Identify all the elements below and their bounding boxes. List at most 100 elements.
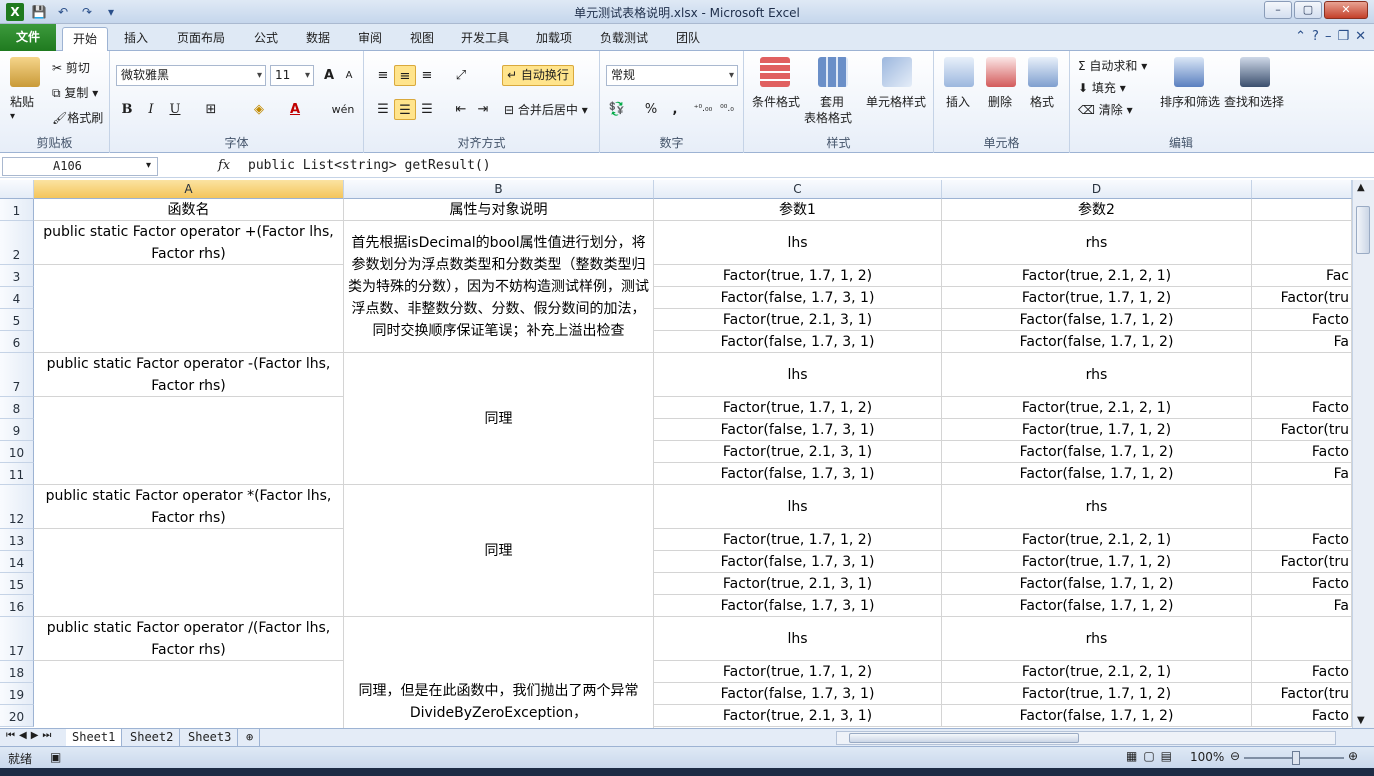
align-top-icon[interactable]: ≡ xyxy=(372,65,394,86)
row-header[interactable]: 9 xyxy=(0,419,34,441)
doc-minimize-icon[interactable]: – xyxy=(1325,29,1332,44)
font-name-select[interactable]: 微软雅黑 xyxy=(116,65,266,86)
cell-d13[interactable]: Factor(true, 2.1, 2, 1) xyxy=(942,529,1252,551)
cell-c17[interactable]: lhs xyxy=(654,617,942,661)
scroll-down-icon[interactable]: ▼ xyxy=(1357,715,1365,726)
font-size-select[interactable]: 11 xyxy=(270,65,314,86)
close-button[interactable]: ✕ xyxy=(1324,1,1368,19)
find-select-button[interactable]: 查找和选择 xyxy=(1224,93,1284,110)
cell-d17[interactable]: rhs xyxy=(942,617,1252,661)
decrease-decimal-button[interactable]: ⁰⁰.₀ xyxy=(716,99,738,120)
doc-close-icon[interactable]: ✕ xyxy=(1355,29,1366,44)
cell-b7-merged[interactable]: 同理 xyxy=(344,353,654,485)
zoom-level[interactable]: 100% xyxy=(1190,750,1224,764)
formula-input[interactable]: public List<string> getResult() xyxy=(248,158,491,173)
font-color-icon[interactable]: A xyxy=(284,99,306,120)
cell-c13[interactable]: Factor(true, 1.7, 1, 2) xyxy=(654,529,942,551)
row-header[interactable]: 16 xyxy=(0,595,34,617)
cell-a18-merged[interactable] xyxy=(34,661,344,728)
cell-b1[interactable]: 属性与对象说明 xyxy=(344,199,654,221)
accounting-icon[interactable]: 💱 xyxy=(606,99,628,120)
cell-e16[interactable]: Fa xyxy=(1252,595,1352,617)
cell-c15[interactable]: Factor(true, 2.1, 3, 1) xyxy=(654,573,942,595)
sheet-tab-2[interactable]: Sheet2 xyxy=(124,729,181,746)
tab-data[interactable]: 数据 xyxy=(298,27,338,51)
comma-button[interactable]: , xyxy=(664,99,686,120)
phonetic-button[interactable]: wén xyxy=(328,99,358,120)
underline-button[interactable]: U xyxy=(164,99,186,120)
cell-c8[interactable]: Factor(true, 1.7, 1, 2) xyxy=(654,397,942,419)
sort-filter-button[interactable]: 排序和筛选 xyxy=(1160,93,1220,110)
format-table-icon[interactable] xyxy=(818,57,848,87)
copy-button[interactable]: ⧉ 复制 ▾ xyxy=(52,84,98,101)
cell-d9[interactable]: Factor(true, 1.7, 1, 2) xyxy=(942,419,1252,441)
format-cells-icon[interactable] xyxy=(1028,57,1058,87)
increase-decimal-button[interactable]: ⁺⁰.₀₀ xyxy=(692,99,714,120)
row-header[interactable]: 15 xyxy=(0,573,34,595)
insert-function-icon[interactable]: fx xyxy=(218,158,230,173)
cell-c3[interactable]: Factor(true, 1.7, 1, 2) xyxy=(654,265,942,287)
sheet-tab-1[interactable]: Sheet1 xyxy=(66,729,123,746)
row-header[interactable]: 11 xyxy=(0,463,34,485)
tab-team[interactable]: 团队 xyxy=(668,27,708,51)
cell-c11[interactable]: Factor(false, 1.7, 3, 1) xyxy=(654,463,942,485)
sheet-nav-icon[interactable]: ⏮◀▶⏭ xyxy=(6,730,55,741)
tab-developer[interactable]: 开发工具 xyxy=(454,27,516,51)
autosum-button[interactable]: Σ 自动求和 ▾ xyxy=(1078,57,1147,74)
new-sheet-icon[interactable]: ⊕ xyxy=(240,729,261,746)
cell-e5[interactable]: Facto xyxy=(1252,309,1352,331)
macro-record-icon[interactable]: ▣ xyxy=(50,750,61,764)
percent-button[interactable]: % xyxy=(640,99,662,120)
cell-d5[interactable]: Factor(false, 1.7, 1, 2) xyxy=(942,309,1252,331)
cell-d15[interactable]: Factor(false, 1.7, 1, 2) xyxy=(942,573,1252,595)
cell-styles-button[interactable]: 单元格样式 xyxy=(866,93,926,110)
row-header[interactable]: 12 xyxy=(0,485,34,529)
cell-b2-merged[interactable]: 首先根据isDecimal的bool属性值进行划分，将参数划分为浮点数类型和分数… xyxy=(344,221,654,353)
row-header[interactable]: 14 xyxy=(0,551,34,573)
horizontal-scrollbar[interactable] xyxy=(836,731,1336,745)
cell-c19[interactable]: Factor(false, 1.7, 3, 1) xyxy=(654,683,942,705)
cell-e1[interactable] xyxy=(1252,199,1352,221)
format-table-button[interactable]: 套用 xyxy=(820,93,844,110)
cell-a17[interactable]: public static Factor operator /(Factor l… xyxy=(34,617,344,661)
sheet-tab-3[interactable]: Sheet3 xyxy=(182,729,239,746)
cell-d3[interactable]: Factor(true, 2.1, 2, 1) xyxy=(942,265,1252,287)
cell-d7[interactable]: rhs xyxy=(942,353,1252,397)
paste-button[interactable]: 粘贴 xyxy=(10,93,34,110)
cell-e12[interactable] xyxy=(1252,485,1352,529)
bold-button[interactable]: B xyxy=(116,99,138,120)
cell-c9[interactable]: Factor(false, 1.7, 3, 1) xyxy=(654,419,942,441)
border-icon[interactable]: ⊞ xyxy=(200,99,222,120)
italic-button[interactable]: I xyxy=(140,99,162,120)
clear-button[interactable]: ⌫ 清除 ▾ xyxy=(1078,101,1133,118)
format-painter-button[interactable]: 🖌格式刷 xyxy=(52,109,103,126)
cell-a12[interactable]: public static Factor operator *(Factor l… xyxy=(34,485,344,529)
row-header[interactable]: 8 xyxy=(0,397,34,419)
cell-e2[interactable] xyxy=(1252,221,1352,265)
cell-d8[interactable]: Factor(true, 2.1, 2, 1) xyxy=(942,397,1252,419)
cell-e20[interactable]: Facto xyxy=(1252,705,1352,727)
cell-d4[interactable]: Factor(true, 1.7, 1, 2) xyxy=(942,287,1252,309)
cell-c16[interactable]: Factor(false, 1.7, 3, 1) xyxy=(654,595,942,617)
orientation-icon[interactable]: ⤢ xyxy=(450,65,472,86)
column-header-b[interactable]: B xyxy=(344,180,654,199)
increase-indent-icon[interactable]: ⇥ xyxy=(472,99,494,120)
align-right-icon[interactable]: ☰ xyxy=(416,99,438,120)
cell-d1[interactable]: 参数2 xyxy=(942,199,1252,221)
tab-formulas[interactable]: 公式 xyxy=(246,27,286,51)
doc-restore-icon[interactable]: ❐ xyxy=(1337,29,1349,44)
cell-a3-merged[interactable] xyxy=(34,265,344,353)
cell-a2[interactable]: public static Factor operator +(Factor l… xyxy=(34,221,344,265)
cell-e4[interactable]: Factor(tru xyxy=(1252,287,1352,309)
number-format-select[interactable]: 常规 xyxy=(606,65,738,86)
cell-a7[interactable]: public static Factor operator -(Factor l… xyxy=(34,353,344,397)
delete-cells-button[interactable]: 删除 xyxy=(988,93,1012,110)
maximize-button[interactable]: ▢ xyxy=(1294,1,1322,19)
cell-d12[interactable]: rhs xyxy=(942,485,1252,529)
fill-button[interactable]: ⬇ 填充 ▾ xyxy=(1078,79,1126,96)
cell-c7[interactable]: lhs xyxy=(654,353,942,397)
cell-e11[interactable]: Fa xyxy=(1252,463,1352,485)
fill-color-icon[interactable]: ◈ xyxy=(248,99,270,120)
row-header[interactable]: 4 xyxy=(0,287,34,309)
cell-e19[interactable]: Factor(tru xyxy=(1252,683,1352,705)
